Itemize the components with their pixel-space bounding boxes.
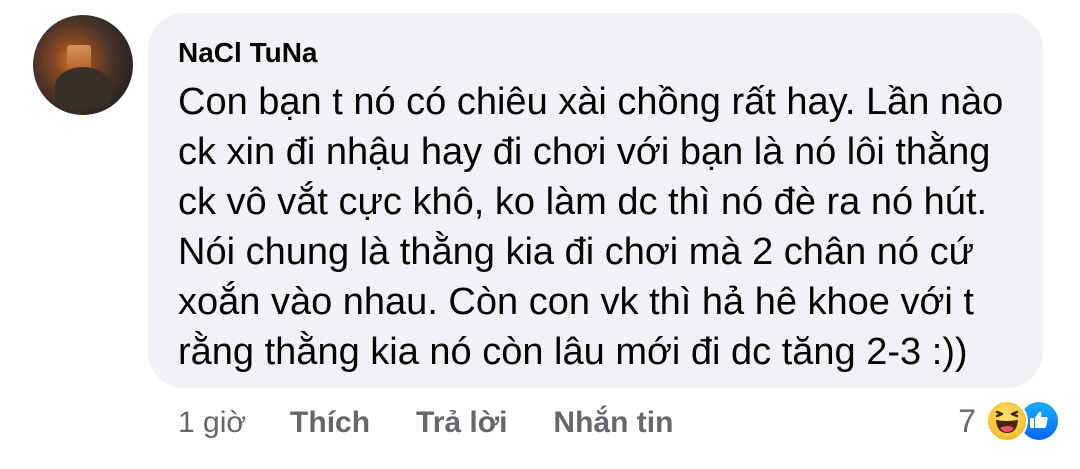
comment-timestamp[interactable]: 1 giờ [178, 406, 246, 440]
reaction-summary[interactable]: 7 [958, 398, 1060, 444]
comment-text: Con bạn t nó có chiêu xài chồng rất hay.… [178, 77, 1038, 377]
haha-icon [986, 400, 1028, 442]
reaction-count: 7 [958, 402, 976, 439]
comment-bubble: NaCl TuNa Con bạn t nó có chiêu xài chồn… [148, 13, 1043, 388]
comment-text-line: Nói chung là thằng kia đi chơi mà 2 chân… [178, 231, 975, 273]
avatar-hand-shape [55, 67, 111, 107]
comment-actions: 1 giờ Thích Trả lời Nhắn tin [178, 403, 719, 443]
comment: NaCl TuNa Con bạn t nó có chiêu xài chồn… [0, 0, 1080, 469]
comment-text-line: ck xin đi nhậu hay đi chơi với bạn là nó… [178, 131, 991, 173]
comment-author[interactable]: NaCl TuNa [178, 37, 318, 69]
like-button[interactable]: Thích [290, 406, 370, 440]
comment-text-line: ck vô vắt cực khô, ko làm dc thì nó đè r… [178, 181, 988, 223]
message-button[interactable]: Nhắn tin [553, 406, 673, 440]
reply-button[interactable]: Trả lời [416, 406, 507, 440]
avatar[interactable] [33, 15, 133, 115]
comment-text-line: xoắn vào nhau. Còn con vk thì hả hê khoe… [178, 281, 974, 323]
comment-text-line: Con bạn t nó có chiêu xài chồng rất hay.… [178, 81, 1004, 123]
comment-text-line: rằng thằng kia nó còn lâu mới đi dc tăng… [178, 331, 968, 373]
